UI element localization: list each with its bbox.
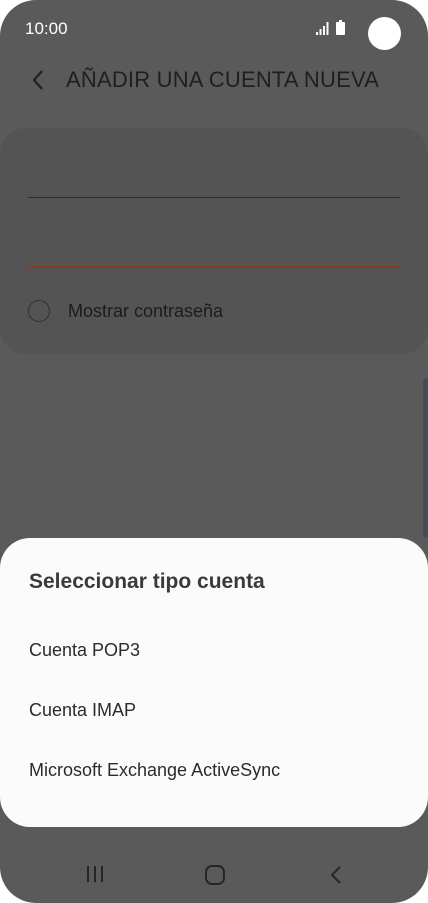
show-password-toggle[interactable]: Mostrar contraseña [28,297,223,325]
back-icon[interactable] [326,864,346,886]
scrollbar[interactable] [423,378,428,538]
option-pop3[interactable]: Cuenta POP3 [0,622,428,678]
status-time: 10:00 [25,19,68,38]
phone-screen: 10:00 AÑADIR UNA CUENTA NUEVA Mostrar co… [0,0,428,903]
front-camera [368,17,401,50]
recent-apps-icon[interactable] [84,864,106,884]
status-bar: 10:00 [0,0,428,60]
sheet-title: Seleccionar tipo cuenta [29,570,265,593]
signal-icon [316,22,329,35]
option-exchange-activesync[interactable]: Microsoft Exchange ActiveSync [0,742,428,798]
email-field[interactable] [28,197,400,198]
home-icon[interactable] [204,864,226,886]
password-field[interactable] [28,266,400,268]
account-type-sheet: Seleccionar tipo cuenta Cuenta POP3 Cuen… [0,538,428,827]
back-button[interactable] [24,66,52,94]
page-title: AÑADIR UNA CUENTA NUEVA [66,67,380,92]
show-password-radio[interactable] [28,300,50,322]
chevron-left-icon [32,70,43,90]
show-password-label: Mostrar contraseña [68,300,224,321]
battery-icon [336,20,345,35]
navigation-bar [0,846,428,903]
option-imap[interactable]: Cuenta IMAP [0,682,428,738]
